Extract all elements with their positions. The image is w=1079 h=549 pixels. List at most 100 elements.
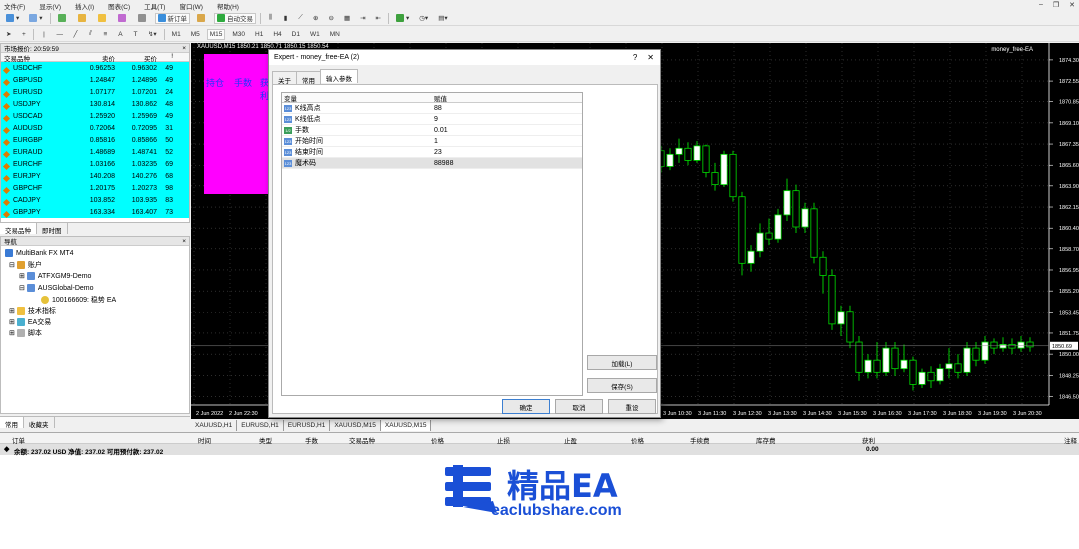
save-button[interactable]: 保存(S)	[587, 378, 657, 393]
expand-icon[interactable]: ⊞	[19, 272, 25, 280]
nav-item-server-1[interactable]: ⊞ ATFXGM9-Demo	[19, 272, 91, 280]
period-d1[interactable]: D1	[289, 29, 303, 40]
nav-item-root[interactable]: MultiBank FX MT4	[5, 249, 74, 257]
expand-icon[interactable]: ⊞	[9, 318, 15, 326]
new-order-button[interactable]: 新订单	[154, 12, 191, 24]
close-icon[interactable]: ×	[182, 45, 189, 52]
balance-row[interactable]: ◆ 余额: 237.02 USD 净值: 237.02 可用预付款: 237.0…	[0, 444, 1079, 456]
param-value[interactable]: 1	[430, 138, 438, 145]
metaeditor-icon[interactable]	[194, 13, 210, 24]
label-icon[interactable]: T	[130, 29, 141, 40]
new-chart-icon[interactable]: ▾	[3, 13, 22, 24]
tab-symbols[interactable]: 交易品种	[0, 223, 37, 235]
market-row[interactable]: GBPJPY 163.334 163.407 73	[1, 206, 189, 218]
market-row[interactable]: USDJPY 130.814 130.862 48	[1, 98, 189, 110]
nav-item-accounts[interactable]: ⊟ 账户	[9, 260, 42, 270]
navigator-icon[interactable]	[95, 13, 111, 24]
chart-shift-icon[interactable]: ⇤	[373, 13, 384, 24]
horizontal-line-icon[interactable]: —	[53, 29, 66, 40]
market-row[interactable]: EURGBP 0.85816 0.85866 50	[1, 134, 189, 146]
market-row[interactable]: EURUSD 1.07177 1.07201 24	[1, 86, 189, 98]
nav-item-server-2[interactable]: ⊟ AUSGlobal-Demo	[19, 284, 94, 292]
market-row[interactable]: USDCHF 0.96253 0.96302 49	[1, 62, 189, 74]
param-row[interactable]: 1/2 手数 0.01	[282, 125, 582, 136]
profiles-icon[interactable]: ▾	[26, 13, 45, 24]
cancel-button[interactable]: 取消	[555, 399, 603, 414]
tab-common[interactable]: 常用	[0, 417, 24, 429]
menu-window[interactable]: 窗口(W)	[179, 1, 202, 11]
period-m5[interactable]: M5	[188, 29, 203, 40]
tab-favorites[interactable]: 收藏夹	[24, 417, 55, 429]
restore-icon[interactable]: ❐	[1053, 1, 1059, 9]
ok-button[interactable]: 确定	[502, 399, 550, 414]
param-row[interactable]: 123 魔术码 88988	[282, 158, 582, 169]
close-icon[interactable]: ✕	[647, 53, 654, 62]
market-row[interactable]: CADJPY 103.852 103.935 83	[1, 194, 189, 206]
col-variable[interactable]: 变量	[282, 93, 430, 103]
market-row[interactable]: GBPUSD 1.24847 1.24896 49	[1, 74, 189, 86]
load-button[interactable]: 加载(L)	[587, 355, 657, 370]
templates-icon[interactable]: ▤▾	[435, 13, 450, 24]
bar-chart-icon[interactable]: ⫼	[265, 13, 276, 24]
col-value[interactable]: 赋值	[430, 93, 447, 103]
market-row[interactable]: EURJPY 140.208 140.276 68	[1, 170, 189, 182]
trendline-icon[interactable]: ╱	[70, 29, 81, 40]
nav-item-scripts[interactable]: ⊞ 脚本	[9, 328, 42, 338]
menu-view[interactable]: 显示(V)	[39, 1, 61, 11]
param-value[interactable]: 9	[430, 116, 438, 123]
data-window-icon[interactable]	[75, 13, 91, 24]
chart-tab[interactable]: EURUSD,H1	[237, 420, 284, 431]
param-value[interactable]: 88	[430, 105, 442, 112]
tab-tick-chart[interactable]: 即时图	[37, 223, 68, 235]
col-symbol[interactable]: 交易品种	[1, 53, 83, 63]
col-spread[interactable]: !	[157, 53, 175, 61]
period-h4[interactable]: H4	[270, 29, 284, 40]
reset-button[interactable]: 重设	[608, 399, 656, 414]
market-row[interactable]: EURAUD 1.48689 1.48741 52	[1, 146, 189, 158]
menu-insert[interactable]: 插入(I)	[75, 1, 94, 11]
vertical-line-icon[interactable]: |	[38, 29, 49, 40]
period-h1[interactable]: H1	[252, 29, 266, 40]
expand-icon[interactable]: ⊞	[9, 307, 15, 315]
cursor-icon[interactable]: ➤	[3, 29, 14, 40]
fibo-icon[interactable]: ≡	[100, 29, 111, 40]
menu-charts[interactable]: 图表(C)	[108, 1, 130, 11]
menu-help[interactable]: 帮助(H)	[217, 1, 239, 11]
nav-item-indicators[interactable]: ⊞ 技术指标	[9, 306, 56, 316]
param-row[interactable]: 123 K线高点 88	[282, 103, 582, 114]
chart-tab[interactable]: XAUUSD,M15	[330, 420, 381, 431]
param-value[interactable]: 0.01	[430, 127, 448, 134]
param-value[interactable]: 23	[430, 149, 442, 156]
zoom-out-icon[interactable]: ⊖	[325, 13, 336, 24]
period-mn[interactable]: MN	[327, 29, 343, 40]
col-bid[interactable]: 卖价	[83, 53, 115, 63]
auto-trading-button[interactable]: 自动交易	[214, 12, 257, 24]
param-value[interactable]: 88988	[430, 160, 453, 167]
period-w1[interactable]: W1	[307, 29, 323, 40]
minimize-icon[interactable]: –	[1039, 1, 1043, 9]
menu-tools[interactable]: 工具(T)	[144, 1, 165, 11]
help-icon[interactable]: ?	[633, 53, 637, 62]
market-row[interactable]: GBPCHF 1.20175 1.20273 98	[1, 182, 189, 194]
zoom-in-icon[interactable]: ⊕	[310, 13, 321, 24]
period-m1[interactable]: M1	[169, 29, 184, 40]
col-ask[interactable]: 买价	[115, 53, 157, 63]
channel-icon[interactable]: ⫽	[85, 29, 96, 40]
chart-tab[interactable]: EURUSD,H1	[284, 420, 331, 431]
chart-tab-active[interactable]: XAUUSD,M15	[380, 420, 432, 431]
market-row[interactable]: USDCAD 1.25920 1.25969 49	[1, 110, 189, 122]
tile-windows-icon[interactable]: ▦	[341, 13, 353, 24]
candle-chart-icon[interactable]: ▮	[280, 13, 291, 24]
menu-file[interactable]: 文件(F)	[4, 1, 25, 11]
arrows-icon[interactable]: ↯▾	[145, 29, 160, 40]
tab-inputs[interactable]: 输入参数	[320, 69, 358, 83]
indicators-icon[interactable]: ▾	[393, 13, 412, 24]
nav-item-experts[interactable]: ⊞ EA交易	[9, 317, 51, 327]
close-icon[interactable]: ✕	[1069, 1, 1075, 9]
periods-icon[interactable]: ◷▾	[416, 13, 431, 24]
tester-icon[interactable]	[135, 13, 151, 24]
close-icon[interactable]: ×	[182, 238, 189, 245]
period-m30[interactable]: M30	[229, 29, 248, 40]
market-row[interactable]: EURCHF 1.03166 1.03235 69	[1, 158, 189, 170]
collapse-icon[interactable]: ⊟	[19, 284, 25, 292]
